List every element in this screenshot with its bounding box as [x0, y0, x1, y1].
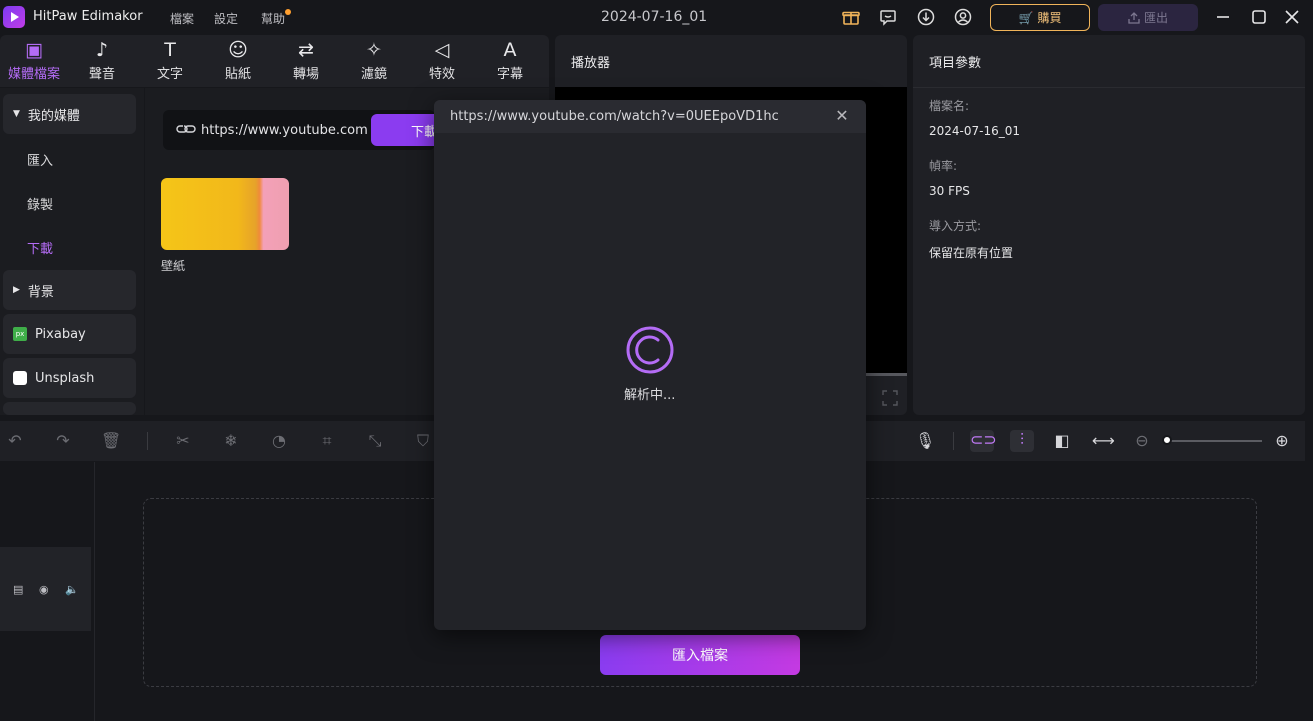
params-title: 項目參數 — [929, 56, 982, 71]
toolbar-divider — [147, 432, 148, 450]
tab-subtitle[interactable]: A 字幕 — [478, 37, 542, 87]
text-icon: T — [164, 39, 176, 61]
caret-right-icon: ▶ — [13, 285, 20, 295]
pixabay-logo-icon: px — [13, 327, 27, 341]
tab-media[interactable]: ▣ 媒體檔案 — [2, 37, 66, 87]
account-icon[interactable] — [954, 8, 972, 26]
frame-rate-label: 幀率: — [929, 159, 958, 173]
tab-filter[interactable]: ✧ 濾鏡 — [342, 37, 406, 87]
buy-button[interactable]: 🛒 購買 — [990, 4, 1090, 31]
loading-status: 解析中... — [624, 388, 676, 403]
media-thumbnail[interactable] — [161, 178, 289, 250]
eye-icon[interactable]: ◉ — [39, 583, 49, 596]
tab-audio[interactable]: ♪ 聲音 — [70, 37, 134, 87]
tab-transition[interactable]: ⇄ 轉場 — [274, 37, 338, 87]
title-bar: HitPaw Edimakor 檔案 設定 幫助 2024-07-16_01 🛒… — [0, 0, 1313, 34]
export-label: 匯出 — [1143, 11, 1168, 25]
resize-icon[interactable]: ⤡ — [365, 431, 385, 451]
minimize-icon[interactable] — [1215, 9, 1231, 25]
transition-icon: ⇄ — [298, 39, 314, 61]
dialog-url: https://www.youtube.com/watch?v=0UEEpoVD… — [450, 109, 779, 124]
divider — [913, 87, 1305, 88]
speed-icon[interactable]: ◔ — [269, 431, 289, 451]
sidebar-item-partial — [3, 402, 136, 415]
crop-icon[interactable]: ⌗ — [317, 431, 337, 451]
download-icon[interactable] — [917, 8, 935, 26]
undo-icon[interactable]: ↶ — [5, 431, 25, 451]
download-button[interactable]: 下載 — [371, 114, 435, 146]
mask-icon[interactable]: ⛉ — [413, 431, 433, 451]
cart-icon: 🛒 — [1018, 10, 1034, 25]
sidebar-item-import[interactable]: 匯入 — [27, 150, 53, 169]
sidebar-item-download[interactable]: 下載 — [27, 238, 53, 257]
file-name-value: 2024-07-16_01 — [929, 124, 1021, 138]
music-note-icon: ♪ — [95, 39, 109, 61]
tab-effect[interactable]: ◁ 特效 — [410, 37, 474, 87]
toolbar-divider — [953, 432, 954, 450]
sidebar-item-label: Unsplash — [35, 370, 95, 386]
app-name: HitPaw Edimakor — [33, 9, 143, 24]
sidebar-item-pixabay[interactable]: px Pixabay — [3, 314, 136, 354]
freeze-icon[interactable]: ❄ — [221, 431, 241, 451]
zoom-slider[interactable] — [1168, 440, 1262, 442]
fullscreen-icon[interactable] — [882, 390, 898, 406]
close-icon[interactable]: ✕ — [834, 107, 850, 125]
loading-spinner-icon — [626, 326, 674, 374]
sidebar-item-my-media[interactable]: ▼ 我的媒體 — [3, 94, 136, 134]
player-title: 播放器 — [571, 56, 611, 71]
delete-icon[interactable]: 🗑 — [101, 431, 121, 451]
gift-icon[interactable] — [842, 8, 860, 26]
filter-sparkle-icon: ✧ — [366, 39, 382, 61]
sidebar-item-unsplash[interactable]: Unsplash — [3, 358, 136, 398]
close-window-icon[interactable] — [1284, 9, 1300, 25]
sidebar-item-background[interactable]: ▶ 背景 — [3, 270, 136, 310]
file-name-label: 檔案名: — [929, 99, 970, 113]
maximize-icon[interactable] — [1251, 9, 1267, 25]
import-method-value: 保留在原有位置 — [929, 246, 1014, 260]
sticker-icon: ☺ — [228, 39, 248, 61]
zoom-out-icon[interactable]: ⊖ — [1132, 431, 1152, 451]
sidebar-item-label: 背景 — [27, 284, 54, 300]
caret-down-icon: ▼ — [13, 109, 20, 119]
frame-rate-value: 30 FPS — [929, 184, 970, 198]
import-method-label: 導入方式: — [929, 219, 982, 233]
project-title: 2024-07-16_01 — [601, 9, 708, 25]
redo-icon[interactable]: ↷ — [53, 431, 73, 451]
microphone-icon[interactable]: 🎙 — [915, 431, 935, 451]
subtitle-icon: A — [503, 39, 517, 61]
media-item-label: 壁紙 — [161, 259, 186, 273]
feedback-icon[interactable] — [879, 8, 897, 26]
tool-tabs: ▣ 媒體檔案 ♪ 聲音 T 文字 ☺ 貼紙 ⇄ 轉場 ✧ 濾鏡 ◁ 特效 A 字… — [0, 35, 549, 87]
buy-label: 購買 — [1037, 11, 1062, 25]
effect-icon: ◁ — [434, 39, 450, 61]
player-progress-bar[interactable] — [866, 373, 907, 376]
track-film-icon[interactable]: ▤ — [13, 583, 23, 596]
zoom-slider-handle[interactable] — [1162, 435, 1172, 445]
url-input[interactable]: https://www.youtube.com/wa — [201, 123, 367, 138]
unsplash-logo-icon — [13, 371, 27, 385]
menu-file[interactable]: 檔案 — [170, 10, 194, 27]
cut-icon[interactable]: ✂ — [173, 431, 193, 451]
sidebar-item-label: 我的媒體 — [27, 108, 80, 124]
timeline-divider — [94, 462, 95, 721]
link-icon — [176, 125, 196, 133]
sidebar-item-label: Pixabay — [35, 326, 86, 342]
tab-text[interactable]: T 文字 — [138, 37, 202, 87]
export-button[interactable]: 匯出 — [1098, 4, 1198, 31]
zoom-in-icon[interactable]: ⊕ — [1272, 431, 1292, 451]
volume-icon[interactable]: 🔈 — [65, 583, 79, 596]
menu-help[interactable]: 幫助 — [261, 10, 285, 27]
fit-width-icon[interactable]: ⟷ — [1092, 431, 1115, 451]
sidebar-item-record[interactable]: 錄製 — [27, 194, 53, 213]
link-toggle-icon[interactable]: ⊂⊃ — [970, 430, 997, 452]
app-logo-icon — [3, 6, 25, 28]
menu-settings[interactable]: 設定 — [214, 10, 238, 27]
import-files-button[interactable]: 匯入檔案 — [600, 635, 800, 675]
tab-sticker[interactable]: ☺ 貼紙 — [206, 37, 270, 87]
snap-icon[interactable]: ⫶ — [1010, 430, 1034, 452]
split-view-icon[interactable]: ◧ — [1052, 431, 1072, 451]
export-icon — [1128, 11, 1140, 24]
media-icon: ▣ — [25, 39, 43, 61]
notification-dot — [285, 9, 291, 15]
